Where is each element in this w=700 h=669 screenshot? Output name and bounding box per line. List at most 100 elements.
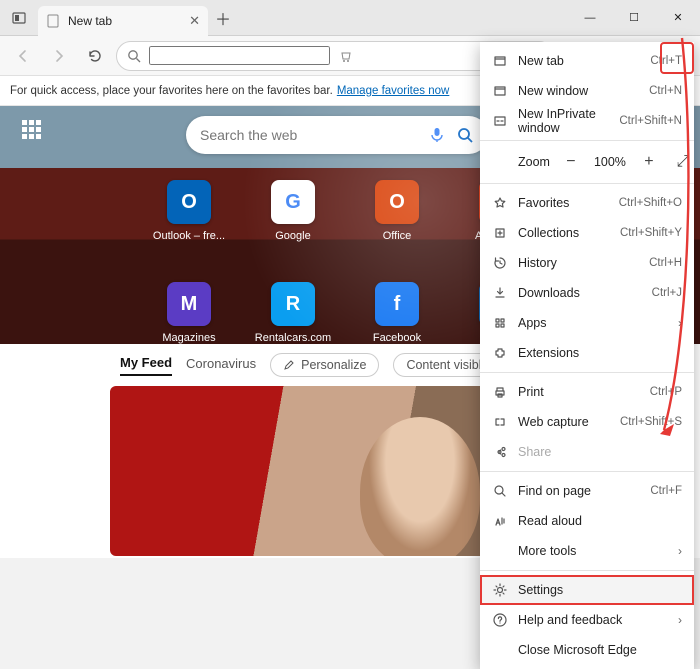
shortcut-label: Ctrl+Shift+O — [619, 197, 682, 209]
fullscreen-button[interactable]: ⤢ — [672, 153, 694, 171]
gear-icon — [492, 582, 508, 598]
webcapture-icon — [493, 415, 507, 429]
ntp-search[interactable] — [186, 116, 488, 154]
readaloud-icon — [492, 513, 508, 529]
menu-item-close-microsoft-edge[interactable]: Close Microsoft Edge — [480, 635, 694, 665]
new-tab-button[interactable]: ＋ — [208, 3, 238, 33]
menu-item-new-window[interactable]: New windowCtrl+N — [480, 76, 694, 106]
menu-item-label: Print — [518, 385, 544, 399]
menu-item-label: New InPrivate window — [518, 107, 609, 135]
menu-item-label: Close Microsoft Edge — [518, 643, 637, 657]
menu-item-share: Share — [480, 437, 694, 467]
menu-item-label: History — [518, 256, 557, 270]
menu-zoom-row: Zoom−100%+⤢ — [480, 145, 694, 179]
apps-icon — [493, 316, 507, 330]
app-launcher-button[interactable] — [22, 120, 46, 144]
pencil-icon — [283, 359, 295, 371]
tile-label: Office — [357, 230, 437, 242]
page-icon — [46, 14, 60, 28]
quick-link-tile[interactable]: RRentalcars.com — [261, 282, 325, 344]
newtab-icon — [493, 54, 507, 68]
menu-item-extensions[interactable]: Extensions — [480, 338, 694, 368]
favorites-hint: For quick access, place your favorites h… — [10, 85, 333, 97]
forward-button[interactable] — [44, 41, 74, 71]
menu-item-label: Share — [518, 445, 551, 459]
tab-actions-button[interactable] — [0, 0, 38, 36]
close-window-button[interactable]: ✕ — [656, 0, 700, 36]
menu-item-label: Settings — [518, 583, 563, 597]
shortcut-label: Ctrl+Shift+S — [620, 416, 682, 428]
print-icon — [492, 384, 508, 400]
newtab-icon — [492, 53, 508, 69]
feed-tab-coronavirus[interactable]: Coronavirus — [186, 356, 256, 375]
menu-item-collections[interactable]: CollectionsCtrl+Shift+Y — [480, 218, 694, 248]
extensions-icon — [493, 346, 507, 360]
menu-item-history[interactable]: HistoryCtrl+H — [480, 248, 694, 278]
shortcut-label: Ctrl+P — [650, 386, 682, 398]
menu-item-print[interactable]: Print Ctrl+P — [480, 377, 694, 407]
menu-item-find-on-page[interactable]: Find on pageCtrl+F — [480, 476, 694, 506]
quick-link-tile[interactable]: OOffice — [365, 180, 429, 242]
refresh-button[interactable] — [80, 41, 110, 71]
minimize-button[interactable]: — — [568, 0, 612, 36]
help-icon — [492, 612, 508, 628]
shortcut-label: Ctrl+T — [650, 55, 682, 67]
tile-label: Outlook – fre... — [149, 230, 229, 242]
menu-item-label: New tab — [518, 54, 564, 68]
menu-item-more-tools[interactable]: More tools› — [480, 536, 694, 566]
shopping-icon[interactable] — [338, 48, 354, 64]
menu-item-read-aloud[interactable]: Read aloud — [480, 506, 694, 536]
browser-tab[interactable]: New tab ✕ — [38, 6, 208, 36]
menu-item-help-and-feedback[interactable]: Help and feedback› — [480, 605, 694, 635]
maximize-button[interactable]: ☐ — [612, 0, 656, 36]
manage-favorites-link[interactable]: Manage favorites now — [337, 85, 450, 97]
tile-icon: f — [375, 282, 419, 326]
mic-icon[interactable] — [428, 126, 446, 144]
zoom-out-button[interactable]: − — [560, 153, 582, 171]
find-icon — [493, 484, 507, 498]
menu-item-web-capture[interactable]: Web captureCtrl+Shift+S — [480, 407, 694, 437]
collections-icon — [493, 226, 507, 240]
quick-link-tile[interactable]: MMagazines — [157, 282, 221, 344]
quick-link-tile[interactable]: fFacebook — [365, 282, 429, 344]
close-tab-button[interactable]: ✕ — [189, 13, 200, 29]
menu-item-downloads[interactable]: Downloads Ctrl+J — [480, 278, 694, 308]
menu-item-settings[interactable]: Settings — [480, 575, 694, 605]
extensions-icon — [492, 345, 508, 361]
menu-item-label: Apps — [518, 316, 547, 330]
inprivate-icon — [493, 114, 507, 128]
shortcut-label: Ctrl+J — [652, 287, 682, 299]
menu-separator — [480, 183, 694, 184]
menu-item-label: New window — [518, 84, 588, 98]
print-icon — [493, 385, 507, 399]
forward-icon — [51, 48, 67, 64]
window-icon — [492, 83, 508, 99]
menu-item-label: Downloads — [518, 286, 580, 300]
downloads-icon — [493, 286, 507, 300]
ntp-search-input[interactable] — [200, 127, 418, 143]
tile-icon: O — [375, 180, 419, 224]
share-icon — [493, 445, 507, 459]
menu-separator — [480, 140, 694, 141]
readaloud-icon — [493, 514, 507, 528]
quick-link-tile[interactable]: OOutlook – fre... — [157, 180, 221, 242]
zoom-label: Zoom — [518, 155, 550, 169]
menu-item-favorites[interactable]: FavoritesCtrl+Shift+O — [480, 188, 694, 218]
back-button[interactable] — [8, 41, 38, 71]
menu-separator — [480, 372, 694, 373]
menu-item-label: Read aloud — [518, 514, 582, 528]
tile-icon: M — [167, 282, 211, 326]
collections-icon — [492, 225, 508, 241]
personalize-button[interactable]: Personalize — [270, 353, 379, 377]
search-icon[interactable] — [456, 126, 474, 144]
search-icon — [127, 49, 141, 63]
menu-item-apps[interactable]: Apps› — [480, 308, 694, 338]
tile-label: Google — [253, 230, 333, 242]
feed-tab-myfeed[interactable]: My Feed — [120, 355, 172, 376]
menu-item-new-tab[interactable]: New tab Ctrl+T — [480, 46, 694, 76]
menu-item-new-inprivate-window[interactable]: New InPrivate windowCtrl+Shift+N — [480, 106, 694, 136]
zoom-in-button[interactable]: + — [638, 153, 660, 171]
quick-link-tile[interactable]: GGoogle — [261, 180, 325, 242]
tile-icon: G — [271, 180, 315, 224]
address-input[interactable] — [149, 46, 330, 65]
